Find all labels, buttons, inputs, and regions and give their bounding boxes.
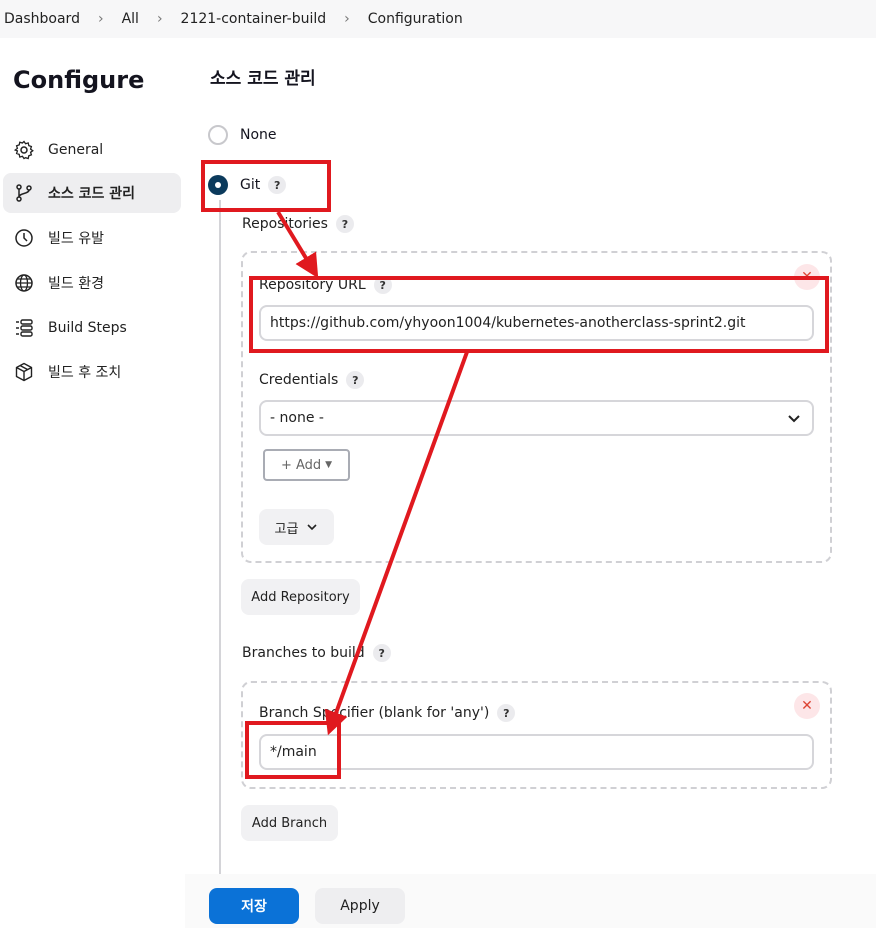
credentials-label-text: Credentials: [259, 372, 339, 388]
globe-icon: [13, 272, 35, 294]
credentials-select-value: - none -: [270, 410, 324, 426]
credentials-label: Credentials ?: [259, 371, 365, 389]
radio-git[interactable]: [208, 175, 228, 195]
sidebar-item-label: Build Steps: [48, 320, 127, 336]
sidebar-item-label: 빌드 유발: [48, 231, 104, 247]
remove-branch-close-icon[interactable]: ✕: [794, 693, 820, 719]
sidebar-item-build-environment[interactable]: 빌드 환경: [3, 263, 181, 303]
branch-specifier-label-text: Branch Specifier (blank for 'any'): [259, 705, 490, 721]
package-icon: [13, 361, 35, 383]
help-icon[interactable]: ?: [372, 644, 391, 662]
advanced-button[interactable]: 고급: [259, 509, 334, 545]
breadcrumb-all[interactable]: All: [118, 11, 143, 27]
sidebar-item-general[interactable]: General: [3, 130, 181, 170]
help-icon[interactable]: ?: [346, 371, 365, 389]
apply-button[interactable]: Apply: [315, 888, 405, 924]
help-icon[interactable]: ?: [497, 704, 516, 722]
advanced-label: 고급: [274, 521, 299, 537]
scm-none-label: None: [240, 127, 277, 143]
help-icon[interactable]: ?: [268, 176, 287, 194]
help-icon[interactable]: ?: [335, 215, 354, 233]
credentials-select[interactable]: - none -: [259, 400, 814, 436]
repository-url-label-text: Repository URL: [259, 277, 366, 293]
sidebar-item-label: 소스 코드 관리: [48, 186, 136, 202]
scm-none-option[interactable]: None: [208, 125, 277, 145]
radio-none[interactable]: [208, 125, 228, 145]
sidebar-item-label: General: [48, 142, 104, 158]
chevron-down-icon: [306, 521, 318, 533]
repositories-label: Repositories ?: [242, 215, 354, 233]
list-icon: [13, 317, 35, 339]
branches-label: Branches to build ?: [242, 644, 391, 662]
sidebar-item-build-triggers[interactable]: 빌드 유발: [3, 218, 181, 258]
breadcrumb-configuration[interactable]: Configuration: [364, 11, 467, 27]
save-button[interactable]: 저장: [209, 888, 299, 924]
section-title: 소스 코드 관리: [210, 69, 316, 89]
sidebar-item-post-build[interactable]: 빌드 후 조치: [3, 352, 181, 392]
branch-specifier-input[interactable]: */main: [259, 734, 814, 770]
breadcrumb-job[interactable]: 2121-container-build: [177, 11, 331, 27]
sidebar-item-label: 빌드 후 조치: [48, 365, 122, 381]
page-title: Configure: [13, 66, 145, 94]
add-credentials-button[interactable]: + Add ▼: [263, 449, 350, 481]
sidebar-item-build-steps[interactable]: Build Steps: [3, 308, 181, 348]
add-branch-button[interactable]: Add Branch: [241, 805, 338, 841]
sidebar-item-label: 빌드 환경: [48, 276, 104, 292]
section-divider: [219, 200, 221, 880]
breadcrumb: Dashboard › All › 2121-container-build ›…: [0, 0, 876, 38]
add-credentials-label: + Add: [280, 457, 322, 473]
chevron-right-icon: ›: [156, 11, 163, 27]
remove-repository-close-icon[interactable]: ✕: [794, 264, 820, 290]
branch-icon: [13, 182, 35, 204]
chevron-right-icon: ›: [97, 11, 104, 27]
branches-label-text: Branches to build: [242, 645, 365, 661]
scm-git-option[interactable]: Git ?: [208, 175, 287, 195]
chevron-down-icon: [786, 410, 802, 430]
chevron-right-icon: ›: [344, 11, 350, 27]
caret-down-icon: ▼: [325, 460, 333, 470]
repository-url-input[interactable]: https://github.com/yhyoon1004/kubernetes…: [259, 305, 814, 341]
gear-icon: [13, 139, 35, 161]
breadcrumb-dashboard[interactable]: Dashboard: [0, 11, 84, 27]
help-icon[interactable]: ?: [373, 276, 392, 294]
repository-url-label: Repository URL ?: [259, 276, 392, 294]
scm-git-label: Git: [240, 177, 261, 193]
repositories-label-text: Repositories: [242, 216, 328, 232]
add-repository-button[interactable]: Add Repository: [241, 579, 360, 615]
branch-specifier-label: Branch Specifier (blank for 'any') ?: [259, 704, 516, 722]
sidebar-item-scm[interactable]: 소스 코드 관리: [3, 173, 181, 213]
timer-icon: [13, 227, 35, 249]
